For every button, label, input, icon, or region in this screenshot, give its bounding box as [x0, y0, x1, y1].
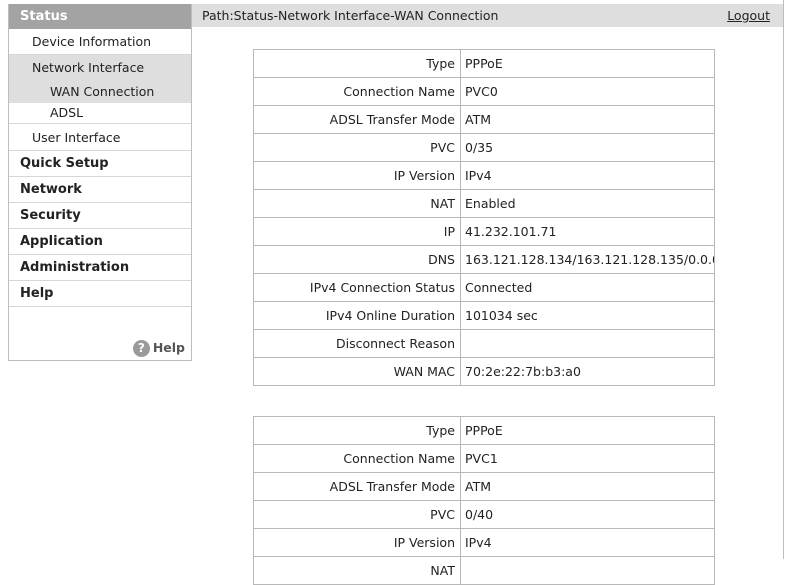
field-value: PVC1 [460, 444, 715, 473]
field-value: 0/40 [460, 500, 715, 529]
sidebar-item-network[interactable]: Network [9, 177, 191, 203]
table-row: IP Version IPv4 [253, 161, 715, 190]
field-label: WAN MAC [253, 357, 461, 386]
sidebar-item-administration[interactable]: Administration [9, 255, 191, 281]
field-value: IPv4 [460, 161, 715, 190]
sidebar-item-application[interactable]: Application [9, 229, 191, 255]
field-value [460, 556, 715, 585]
field-label: IP Version [253, 161, 461, 190]
field-label: IPv4 Connection Status [253, 273, 461, 302]
field-value: Enabled [460, 189, 715, 218]
table-row: IP 41.232.101.71 [253, 217, 715, 246]
field-label: ADSL Transfer Mode [253, 472, 461, 501]
wan-connection-table-1: Type PPPoE Connection Name PVC0 ADSL Trans… [253, 49, 715, 386]
field-label: ADSL Transfer Mode [253, 105, 461, 134]
field-label: NAT [253, 189, 461, 218]
table-row: DNS 163.121.128.134/163.121.128.135/0.0.0… [253, 245, 715, 274]
field-value: IPv4 [460, 528, 715, 557]
sidebar-item-security[interactable]: Security [9, 203, 191, 229]
field-label: IPv4 Online Duration [253, 301, 461, 330]
sidebar-item-quick-setup[interactable]: Quick Setup [9, 151, 191, 177]
field-value: PPPoE [460, 49, 715, 78]
sidebar-item-help[interactable]: Help [9, 281, 191, 307]
help-button-label: Help [152, 340, 185, 355]
sidebar-item-user-interface[interactable]: User Interface [9, 125, 191, 151]
field-label: IP [253, 217, 461, 246]
field-value: 163.121.128.134/163.121.128.135/0.0.0.0 [460, 245, 715, 274]
field-label: DNS [253, 245, 461, 274]
field-label: PVC [253, 133, 461, 162]
field-value: 70:2e:22:7b:b3:a0 [460, 357, 715, 386]
table-row: Type PPPoE [253, 49, 715, 78]
field-label: Connection Name [253, 77, 461, 106]
field-label: Connection Name [253, 444, 461, 473]
help-button[interactable]: ? Help [132, 338, 185, 358]
field-value: ATM [460, 472, 715, 501]
table-row: PVC 0/35 [253, 133, 715, 162]
field-value: ATM [460, 105, 715, 134]
sidebar-item-wan-connection[interactable]: WAN Connection [9, 82, 191, 102]
sidebar-item-device-information[interactable]: Device Information [9, 29, 191, 55]
table-row: IP Version IPv4 [253, 528, 715, 557]
sidebar-item-status[interactable]: Status [9, 4, 191, 29]
table-row: WAN MAC 70:2e:22:7b:b3:a0 [253, 357, 715, 386]
logout-link[interactable]: Logout [727, 4, 770, 27]
table-row: IPv4 Online Duration 101034 sec [253, 301, 715, 330]
field-label: Type [253, 49, 461, 78]
frame-border [783, 0, 784, 559]
field-label: NAT [253, 556, 461, 585]
breadcrumb: Path:Status-Network Interface-WAN Connec… [202, 8, 499, 23]
table-row: IPv4 Connection Status Connected [253, 273, 715, 302]
field-label: IP Version [253, 528, 461, 557]
field-label: Disconnect Reason [253, 329, 461, 358]
field-label: PVC [253, 500, 461, 529]
table-row: ADSL Transfer Mode ATM [253, 472, 715, 501]
sidebar-item-network-interface[interactable]: Network Interface [9, 55, 191, 80]
table-row: Disconnect Reason [253, 329, 715, 358]
sidebar-item-adsl[interactable]: ADSL [9, 103, 191, 124]
field-value: 0/35 [460, 133, 715, 162]
field-value [460, 329, 715, 358]
field-value: PPPoE [460, 416, 715, 445]
table-row: PVC 0/40 [253, 500, 715, 529]
table-row: NAT [253, 556, 715, 585]
field-value: Connected [460, 273, 715, 302]
help-icon: ? [132, 340, 150, 357]
field-value: 41.232.101.71 [460, 217, 715, 246]
field-value: 101034 sec [460, 301, 715, 330]
field-label: Type [253, 416, 461, 445]
table-row: ADSL Transfer Mode ATM [253, 105, 715, 134]
sidebar-nav: Status Device Information Network Interf… [8, 4, 192, 361]
breadcrumb-bar: Path:Status-Network Interface-WAN Connec… [192, 4, 783, 27]
field-value: PVC0 [460, 77, 715, 106]
table-row: Type PPPoE [253, 416, 715, 445]
table-row: NAT Enabled [253, 189, 715, 218]
wan-connection-table-2: Type PPPoE Connection Name PVC1 ADSL Trans… [253, 416, 715, 585]
table-row: Connection Name PVC1 [253, 444, 715, 473]
table-row: Connection Name PVC0 [253, 77, 715, 106]
